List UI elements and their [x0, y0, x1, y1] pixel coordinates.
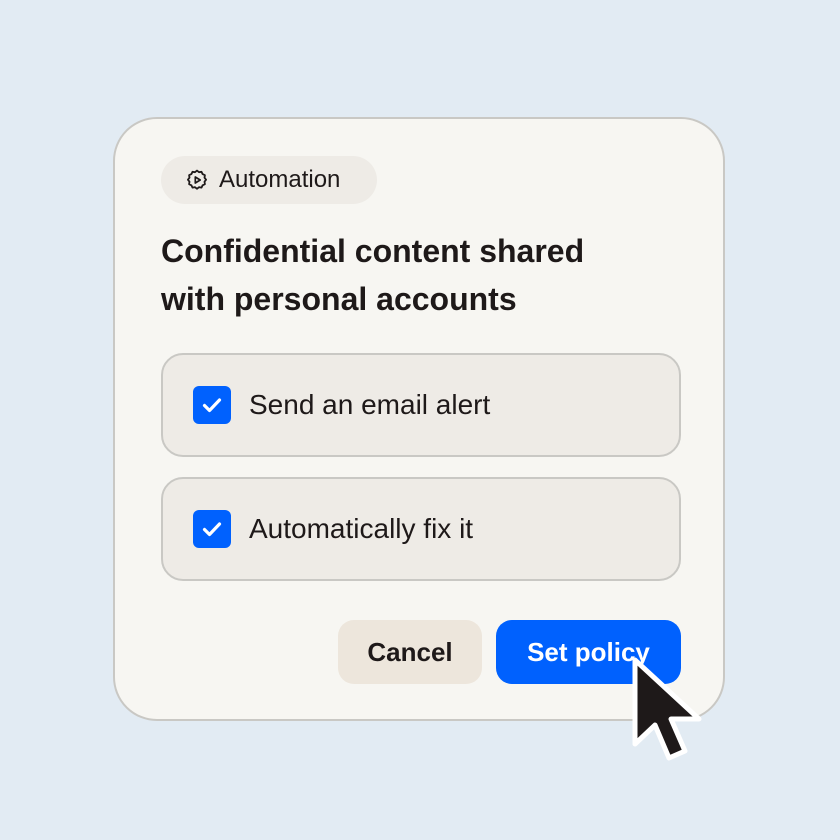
send-email-alert-label: Send an email alert	[249, 389, 491, 420]
cancel-button[interactable]: Cancel	[338, 620, 482, 684]
automatically-fix-checkbox[interactable]	[193, 510, 231, 548]
policy-title-line-1: Confidential content shared	[161, 233, 585, 269]
option-automatically-fix[interactable]: Automatically fix it	[161, 477, 681, 581]
automation-tag: Automation	[161, 156, 377, 204]
automatically-fix-label: Automatically fix it	[249, 513, 474, 544]
mouse-cursor-icon	[632, 657, 702, 761]
checkmark-icon	[202, 398, 222, 413]
gear-play-icon	[185, 168, 209, 192]
policy-title-line-2: with personal accounts	[161, 281, 517, 317]
send-email-alert-checkbox[interactable]	[193, 386, 231, 424]
automation-policy-card: Automation Confidential content shared w…	[113, 117, 725, 721]
policy-title: Confidential content shared with persona…	[161, 227, 661, 323]
automation-tag-label: Automation	[219, 166, 341, 193]
checkmark-icon	[202, 522, 222, 537]
option-send-email-alert[interactable]: Send an email alert	[161, 353, 681, 457]
